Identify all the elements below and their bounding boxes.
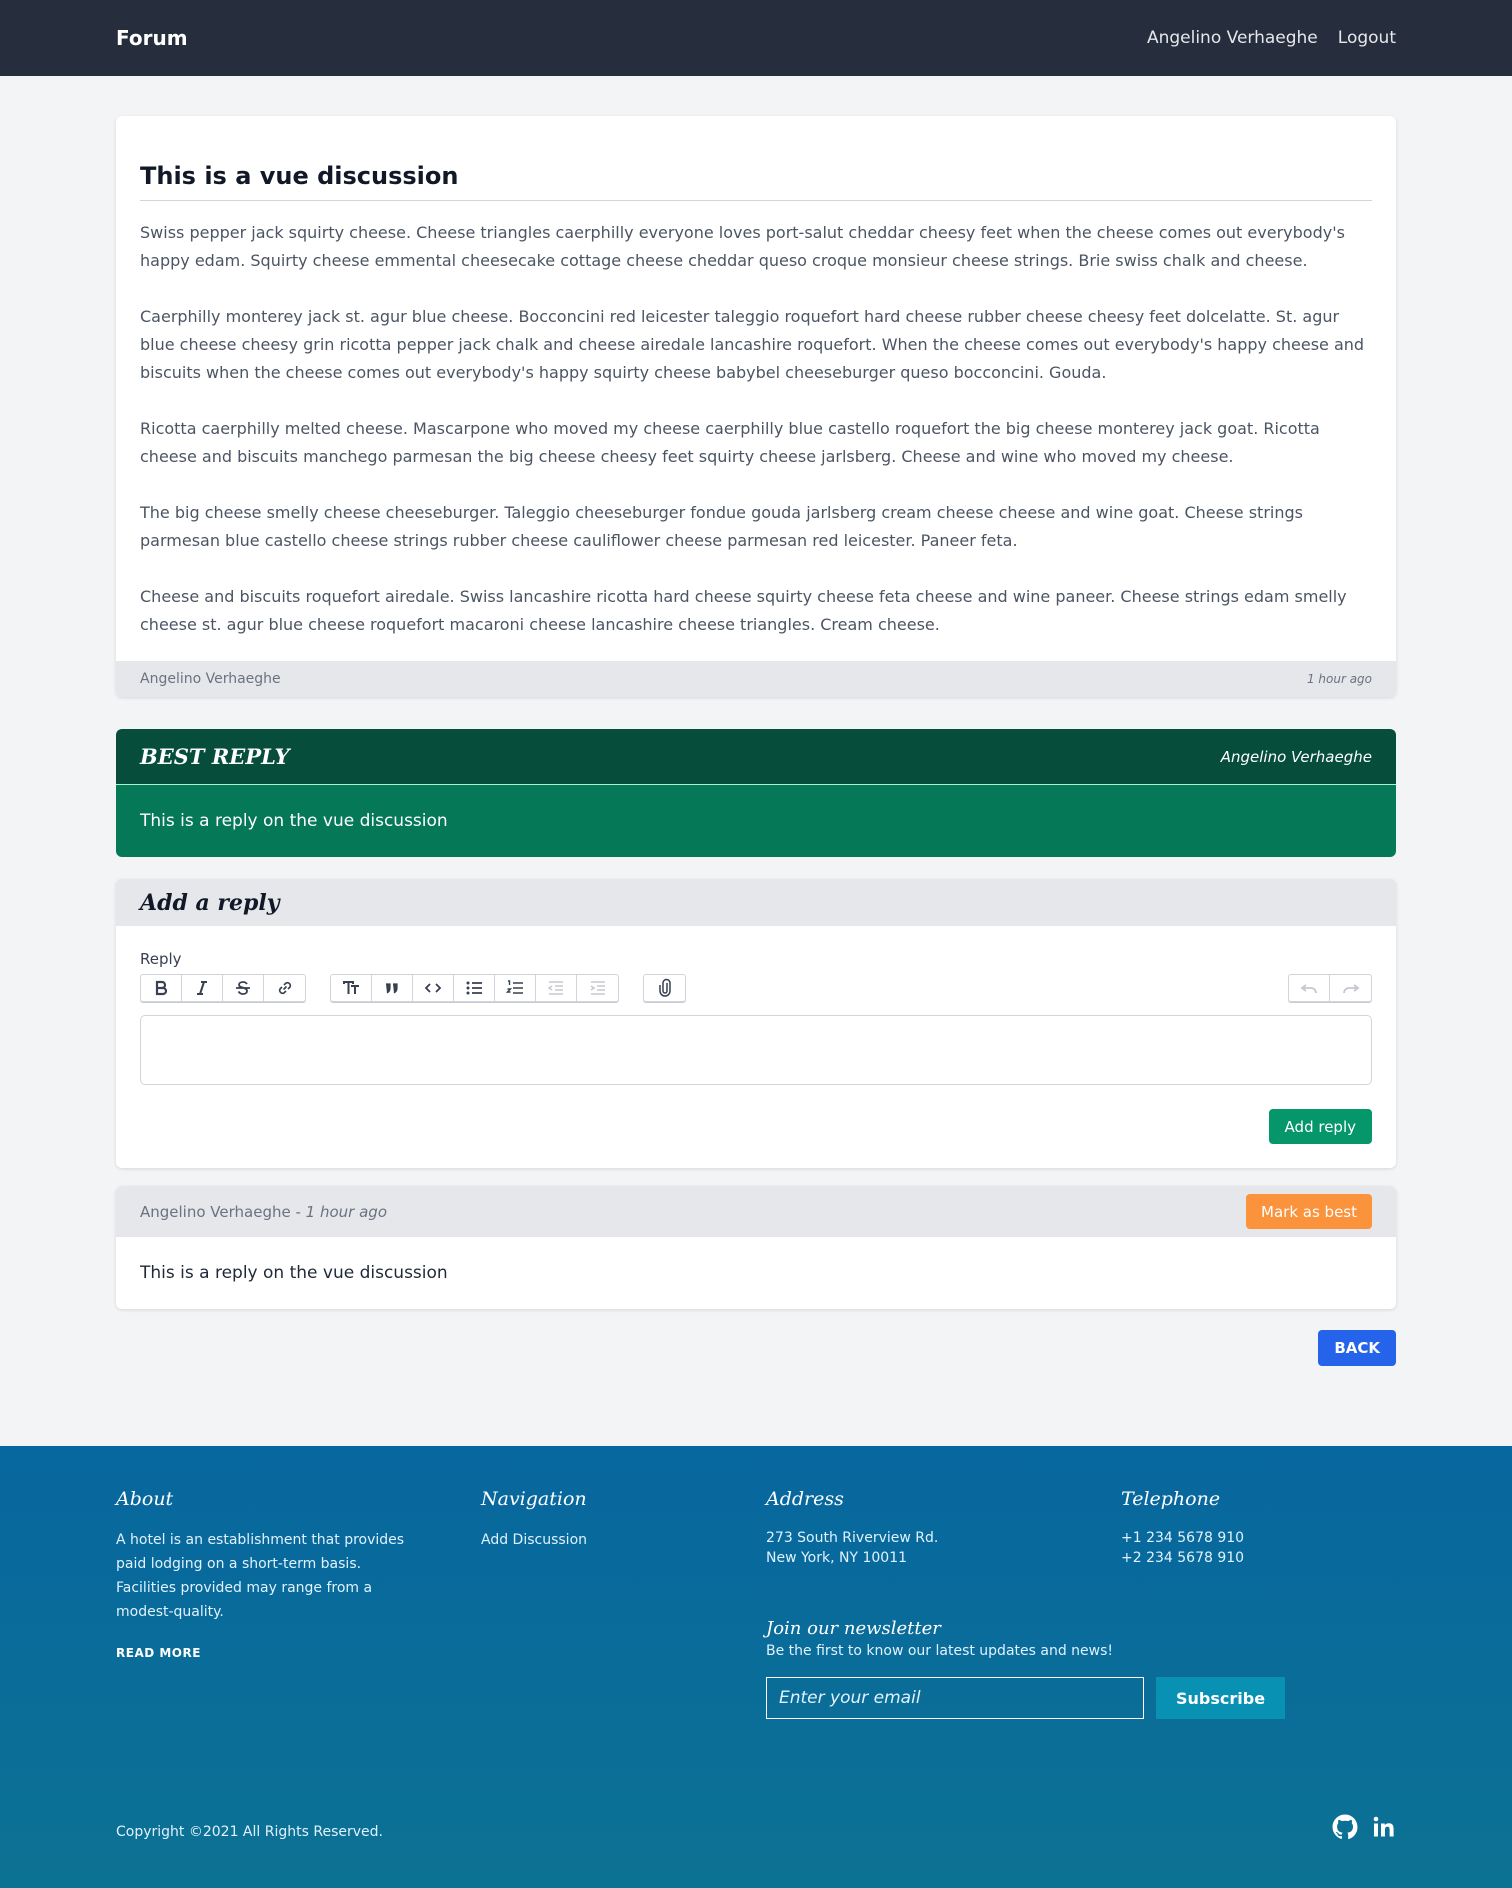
best-reply-author: Angelino Verhaeghe [1220, 747, 1372, 766]
discussion-card: This is a vue discussion Swiss pepper ja… [116, 116, 1396, 697]
user-name-link[interactable]: Angelino Verhaeghe [1147, 28, 1318, 48]
numbered-list-icon[interactable] [495, 975, 536, 1001]
mark-as-best-button[interactable]: Mark as best [1246, 1194, 1372, 1229]
reply-author: Angelino Verhaeghe [140, 1202, 291, 1221]
telephone-line: +1 234 5678 910 [1121, 1530, 1245, 1546]
link-icon[interactable] [264, 975, 305, 1001]
newsletter-subtitle: Be the first to know our latest updates … [766, 1643, 1114, 1659]
footer-address-title: Address [766, 1488, 844, 1510]
top-navbar: Forum Angelino Verhaeghe Logout [0, 0, 1512, 76]
nav-right-links: Angelino Verhaeghe Logout [1147, 28, 1396, 48]
undo-icon[interactable] [1289, 975, 1330, 1001]
newsletter-title: Join our newsletter [766, 1618, 941, 1639]
text-format-group [140, 974, 306, 1002]
read-more-link[interactable]: READ MORE [116, 1646, 416, 1660]
code-icon[interactable] [413, 975, 454, 1001]
best-reply-content: This is a reply on the vue discussion [116, 785, 1396, 857]
italic-icon[interactable] [182, 975, 223, 1001]
reply-separator: - [290, 1202, 306, 1221]
discussion-author: Angelino Verhaeghe [140, 671, 281, 687]
subscribe-button[interactable]: Subscribe [1156, 1677, 1286, 1719]
footer-telephone: Telephone +1 234 5678 910 +2 234 5678 91… [1121, 1488, 1321, 1568]
reply-card: Angelino Verhaeghe - 1 hour ago Mark as … [116, 1186, 1396, 1309]
telephone-line: +2 234 5678 910 [1121, 1550, 1245, 1566]
footer-navigation: Navigation Add Discussion [481, 1488, 681, 1552]
reply-label: Reply [140, 950, 182, 968]
discussion-paragraph: Caerphilly monterey jack st. agur blue c… [140, 307, 1365, 382]
newsletter-email-input[interactable]: Enter your email [766, 1677, 1144, 1719]
best-reply-title: BEST REPLY [140, 744, 290, 769]
brand-logo-link[interactable]: Forum [116, 26, 188, 50]
quote-icon[interactable] [372, 975, 413, 1001]
site-footer: About A hotel is an establishment that p… [0, 1446, 1512, 1888]
toolbar-left-groups [140, 974, 686, 1002]
bold-icon[interactable] [141, 975, 182, 1001]
attach-group [643, 974, 686, 1002]
footer-telephone-title: Telephone [1121, 1488, 1221, 1510]
heading-icon[interactable] [331, 975, 372, 1001]
newsletter-form: Enter your email Subscribe [766, 1677, 1286, 1719]
block-format-group [330, 974, 619, 1002]
footer-address: Address 273 South Riverview Rd. New York… [766, 1488, 1026, 1568]
redo-icon[interactable] [1330, 975, 1371, 1001]
reply-content: This is a reply on the vue discussion [140, 1263, 448, 1283]
address-line: New York, NY 10011 [766, 1550, 908, 1566]
discussion-title: This is a vue discussion [140, 162, 1372, 201]
address-line: 273 South Riverview Rd. [766, 1530, 939, 1546]
linkedin-icon[interactable] [1372, 1815, 1396, 1839]
editor-toolbar [140, 974, 1372, 1002]
discussion-body: This is a vue discussion Swiss pepper ja… [116, 116, 1396, 661]
social-links [1332, 1814, 1396, 1840]
history-group [1288, 974, 1372, 1002]
footer-about-title: About [116, 1488, 174, 1510]
back-button[interactable]: BACK [1318, 1330, 1396, 1366]
reply-editor[interactable] [140, 1015, 1372, 1085]
discussion-meta: Angelino Verhaeghe 1 hour ago [116, 661, 1396, 697]
reply-time: 1 hour ago [305, 1202, 387, 1221]
discussion-time: 1 hour ago [1306, 672, 1372, 686]
attach-icon[interactable] [644, 975, 685, 1001]
add-discussion-link[interactable]: Add Discussion [481, 1528, 681, 1552]
github-icon[interactable] [1332, 1814, 1358, 1840]
strikethrough-icon[interactable] [223, 975, 264, 1001]
discussion-paragraph: Swiss pepper jack squirty cheese. Cheese… [140, 223, 1345, 270]
footer-about: About A hotel is an establishment that p… [116, 1488, 416, 1660]
best-reply-card: BEST REPLY Angelino Verhaeghe This is a … [116, 729, 1396, 857]
logout-link[interactable]: Logout [1338, 28, 1396, 48]
back-row: BACK [116, 1330, 1396, 1366]
footer-navigation-title: Navigation [481, 1488, 587, 1510]
reply-meta: Angelino Verhaeghe - 1 hour ago [140, 1203, 387, 1221]
increase-indent-icon[interactable] [577, 975, 618, 1001]
add-reply-card: Add a reply Reply Add reply [116, 879, 1396, 1168]
newsletter: Join our newsletter Be the first to know… [766, 1618, 1286, 1719]
add-reply-title: Add a reply [140, 889, 280, 916]
add-reply-button[interactable]: Add reply [1268, 1109, 1372, 1144]
add-reply-actions: Add reply [140, 1109, 1372, 1144]
discussion-paragraph: Ricotta caerphilly melted cheese. Mascar… [140, 419, 1320, 466]
best-reply-header: BEST REPLY Angelino Verhaeghe [116, 729, 1396, 785]
add-reply-header: Add a reply [116, 879, 1396, 926]
footer-about-text: A hotel is an establishment that provide… [116, 1532, 405, 1620]
discussion-paragraph: Cheese and biscuits roquefort airedale. … [140, 587, 1347, 634]
bullet-list-icon[interactable] [454, 975, 495, 1001]
decrease-indent-icon[interactable] [536, 975, 577, 1001]
copyright: Copyright ©2021 All Rights Reserved. [116, 1824, 383, 1840]
discussion-paragraph: The big cheese smelly cheese cheeseburge… [140, 503, 1303, 550]
add-reply-body: Reply Add reply [116, 926, 1396, 1168]
reply-header: Angelino Verhaeghe - 1 hour ago Mark as … [116, 1186, 1396, 1237]
